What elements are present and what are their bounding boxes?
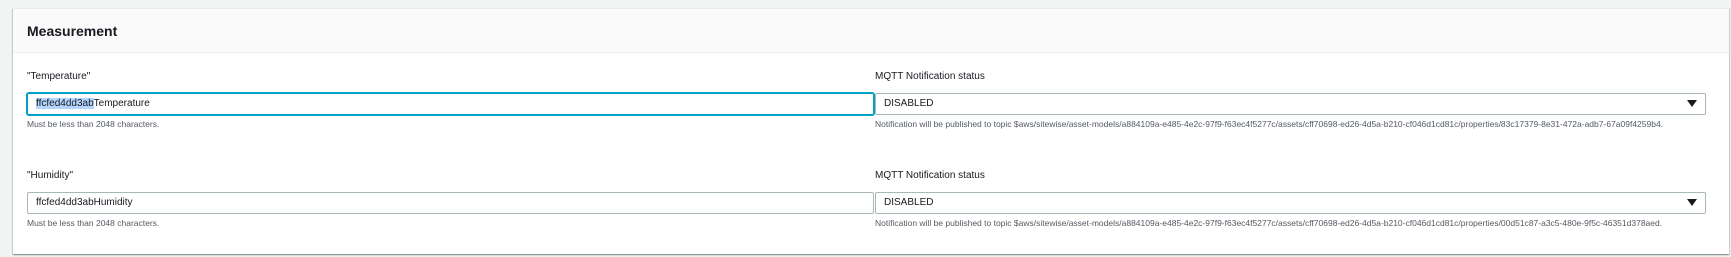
temperature-mqtt-status-value: DISABLED: [884, 98, 934, 109]
humidity-label: "Humidity": [27, 170, 73, 181]
caret-down-icon: [1687, 100, 1697, 107]
temperature-input-text: Temperature: [93, 98, 150, 109]
caret-down-icon: [1687, 199, 1697, 206]
temperature-label: "Temperature": [27, 71, 91, 82]
humidity-mqtt-status-value: DISABLED: [884, 197, 934, 208]
humidity-mqtt-label: MQTT Notification status: [875, 170, 985, 181]
temperature-hint: Must be less than 2048 characters.: [27, 119, 160, 129]
section-title: Measurement: [27, 23, 118, 39]
temperature-mqtt-label: MQTT Notification status: [875, 71, 985, 82]
measurement-panel: Measurement "Temperature" ffcfed4dd3abTe…: [13, 8, 1729, 254]
temperature-mqtt-hint: Notification will be published to topic …: [875, 119, 1664, 129]
temperature-input-selected-text: ffcfed4dd3ab: [36, 98, 94, 109]
humidity-hint: Must be less than 2048 characters.: [27, 218, 160, 228]
humidity-mqtt-hint: Notification will be published to topic …: [875, 218, 1663, 228]
humidity-mqtt-status-select[interactable]: DISABLED: [875, 192, 1706, 214]
humidity-input[interactable]: ffcfed4dd3abHumidity: [27, 192, 874, 214]
humidity-input-text: ffcfed4dd3abHumidity: [36, 197, 133, 208]
temperature-input[interactable]: ffcfed4dd3abTemperature: [27, 93, 874, 115]
temperature-mqtt-status-select[interactable]: DISABLED: [875, 93, 1706, 115]
panel-header: Measurement: [13, 9, 1729, 53]
